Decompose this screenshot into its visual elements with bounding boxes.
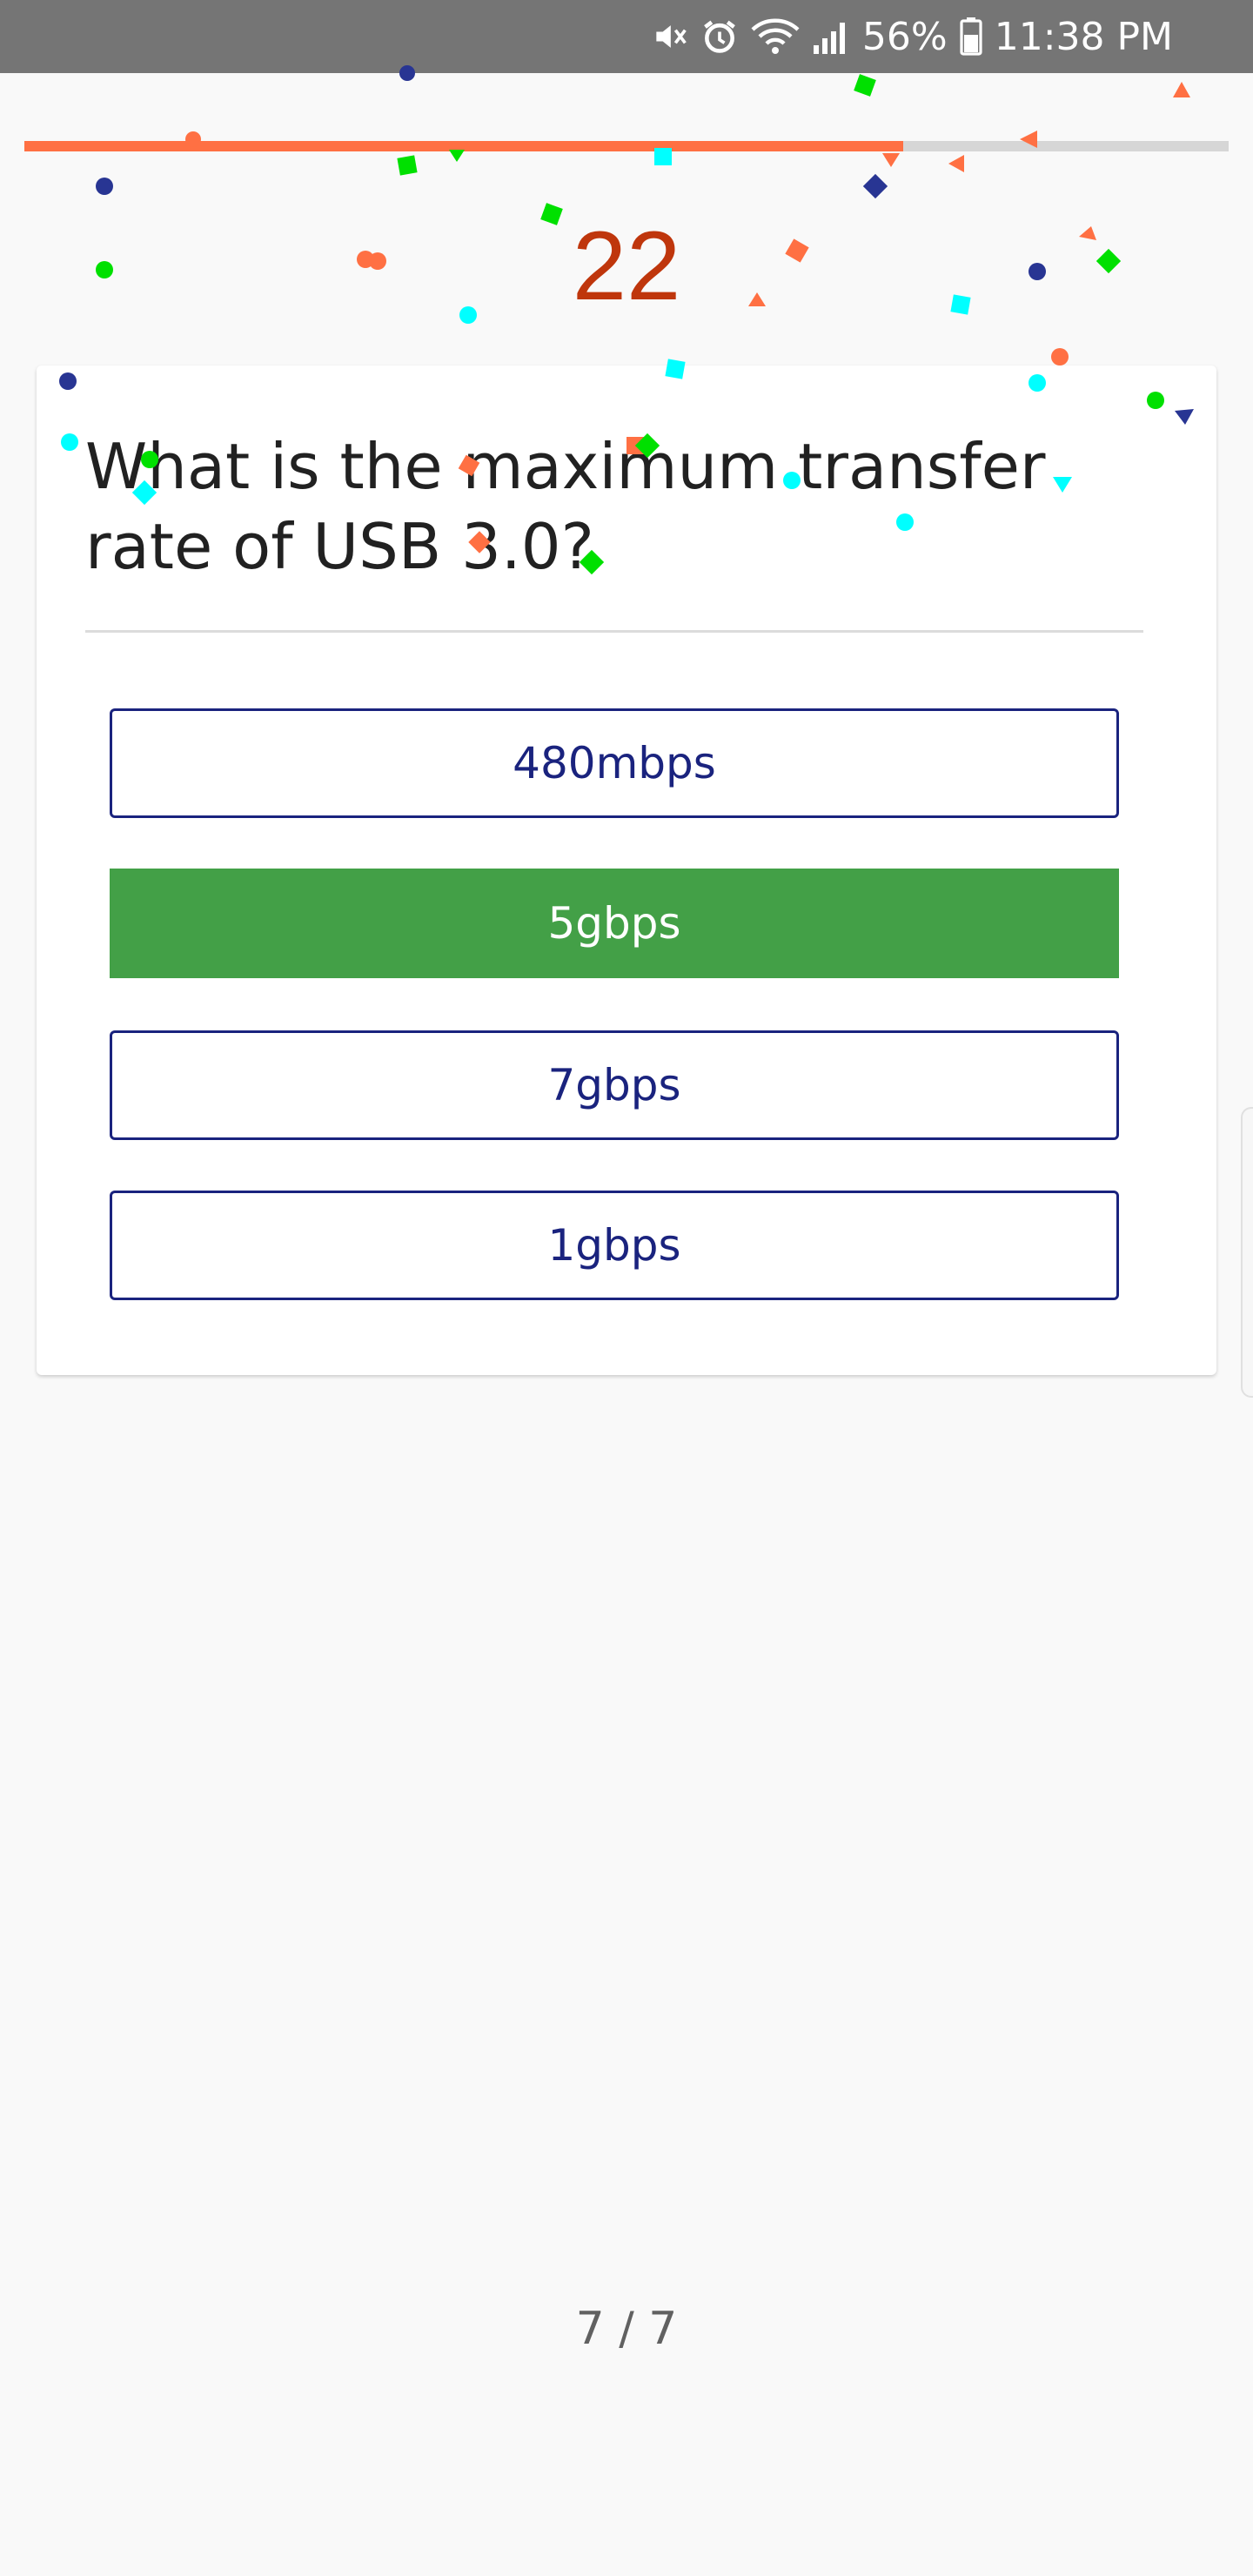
quiz-progress-bar <box>24 141 1229 151</box>
question-text: What is the maximum transfer rate of USB… <box>85 430 1046 583</box>
battery-percent: 56% <box>861 14 948 59</box>
wifi-icon <box>751 17 800 56</box>
confetti-piece <box>449 150 465 162</box>
edge-panel-handle[interactable] <box>1241 1107 1253 1398</box>
confetti-piece <box>862 173 888 199</box>
question-card: What is the maximum transfer rate of USB… <box>37 366 1216 1375</box>
alarm-icon <box>700 17 739 56</box>
confetti-piece <box>854 74 876 97</box>
confetti-piece <box>882 153 900 167</box>
battery-icon <box>960 17 982 56</box>
countdown-timer: 22 <box>572 211 681 320</box>
page-counter: 7 / 7 <box>575 2303 678 2355</box>
confetti-piece <box>96 178 113 195</box>
confetti-piece <box>1173 82 1190 97</box>
answer-option[interactable]: 7gbps <box>110 1030 1119 1140</box>
signal-icon <box>812 17 850 56</box>
answer-option[interactable]: 1gbps <box>110 1191 1119 1300</box>
confetti-piece <box>948 155 964 172</box>
confetti-piece <box>1051 348 1069 366</box>
clock: 11:38 PM <box>994 14 1173 59</box>
confetti-piece <box>397 155 418 176</box>
mute-icon <box>650 17 688 56</box>
answer-option[interactable]: 480mbps <box>110 708 1119 818</box>
divider <box>85 630 1143 633</box>
status-bar: 56% 11:38 PM <box>0 0 1253 73</box>
status-icons: 56% 11:38 PM <box>650 0 1173 73</box>
answer-option-correct[interactable]: 5gbps <box>110 869 1119 978</box>
quiz-progress-fill <box>24 141 904 151</box>
